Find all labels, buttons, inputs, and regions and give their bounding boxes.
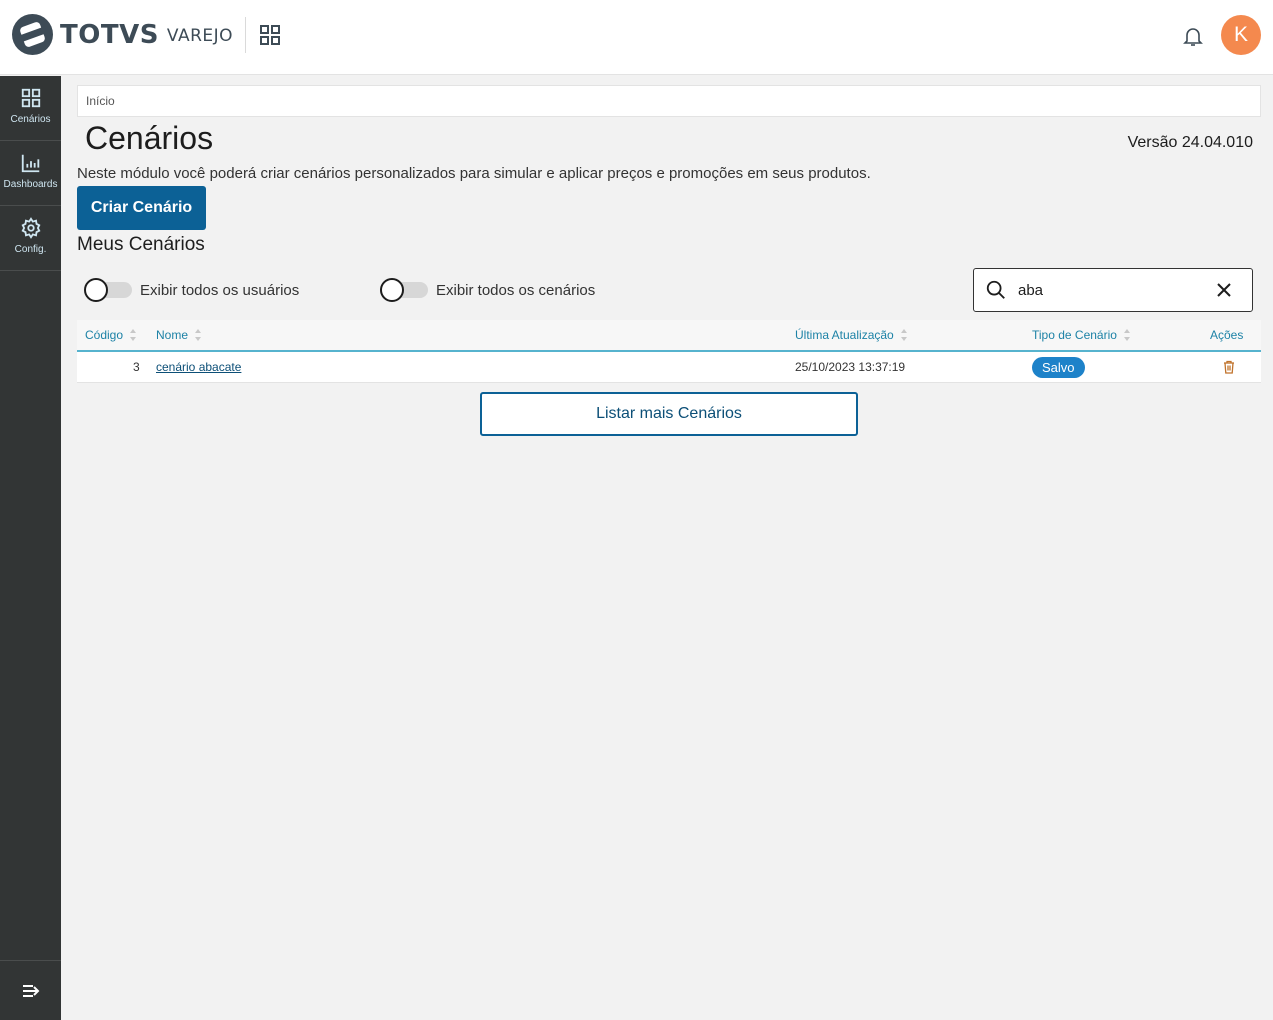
- page-title: Cenários: [85, 120, 214, 156]
- collapse-sidebar-button[interactable]: [0, 960, 61, 1020]
- toggle-all-scenarios[interactable]: Exibir todos os cenários: [380, 278, 595, 302]
- breadcrumb[interactable]: Início: [77, 85, 1261, 117]
- status-badge: Salvo: [1032, 357, 1085, 378]
- totvs-logo-icon: [12, 14, 53, 55]
- close-icon[interactable]: [1215, 281, 1233, 299]
- brand-divider: [245, 16, 247, 53]
- cell-updated: 25/10/2023 13:37:19: [795, 360, 906, 374]
- sort-icon: [900, 329, 907, 341]
- search-input[interactable]: [1018, 281, 1208, 299]
- column-header-codigo[interactable]: Código: [85, 320, 137, 350]
- user-avatar[interactable]: K: [1221, 15, 1261, 55]
- grid-icon: [21, 88, 40, 108]
- toggle-switch[interactable]: [84, 278, 132, 302]
- scenarios-table: Código Nome Última Atualização Tipo de C…: [77, 320, 1261, 383]
- column-header-nome[interactable]: Nome: [156, 320, 202, 350]
- sidebar-item-dashboards[interactable]: Dashboards: [0, 141, 61, 206]
- sidebar: Cenários Dashboards Config.: [0, 76, 61, 1020]
- section-title: Meus Cenários: [77, 234, 205, 255]
- collapse-menu-icon: [22, 984, 39, 997]
- search-icon: [986, 280, 1005, 299]
- toggle-knob: [84, 278, 108, 302]
- brand-name: TOTVS: [60, 19, 159, 50]
- column-header-ultima-atualizacao[interactable]: Última Atualização: [795, 320, 908, 350]
- gear-icon: [21, 217, 40, 239]
- scenario-name-link[interactable]: cenário abacate: [156, 360, 241, 374]
- toggle-switch[interactable]: [380, 278, 428, 302]
- notification-bell-icon[interactable]: [1181, 24, 1205, 48]
- cell-code: 3: [133, 360, 140, 374]
- toggle-label: Exibir todos os usuários: [140, 281, 300, 299]
- sort-icon: [1123, 329, 1130, 341]
- search-box[interactable]: [973, 268, 1253, 312]
- column-header-label: Ações: [1210, 328, 1244, 342]
- column-header-acoes: Ações: [1210, 320, 1243, 350]
- sidebar-item-cenarios[interactable]: Cenários: [0, 76, 61, 141]
- create-scenario-button[interactable]: Criar Cenário: [77, 186, 206, 230]
- brand-logo[interactable]: TOTVS VAREJO: [12, 14, 282, 55]
- cell-name: cenário abacate: [156, 352, 241, 383]
- version-label: Versão 24.04.010: [1127, 134, 1253, 151]
- sidebar-item-label: Config.: [14, 244, 47, 255]
- bar-chart-icon: [21, 154, 39, 173]
- column-header-label: Código: [85, 328, 124, 342]
- page-description: Neste módulo você poderá criar cenários …: [77, 165, 871, 182]
- apps-grid-icon[interactable]: [258, 23, 282, 47]
- table-row: 3 cenário abacate 25/10/2023 13:37:19 Sa…: [77, 352, 1261, 383]
- sort-icon: [130, 329, 137, 341]
- column-header-label: Nome: [156, 328, 189, 342]
- trash-icon[interactable]: [1222, 360, 1236, 374]
- sidebar-item-label: Dashboards: [3, 179, 58, 190]
- load-more-button[interactable]: Listar mais Cenários: [480, 392, 858, 436]
- top-bar: TOTVS VAREJO K: [0, 0, 1273, 75]
- column-header-label: Tipo de Cenário: [1032, 328, 1117, 342]
- table-header: Código Nome Última Atualização Tipo de C…: [77, 320, 1261, 352]
- toggle-knob: [380, 278, 404, 302]
- brand-subtitle: VAREJO: [166, 26, 234, 46]
- sidebar-item-label: Cenários: [10, 114, 51, 125]
- sidebar-item-config[interactable]: Config.: [0, 206, 61, 271]
- toggle-label: Exibir todos os cenários: [436, 281, 596, 299]
- column-header-tipo-cenario[interactable]: Tipo de Cenário: [1032, 320, 1131, 350]
- column-header-label: Última Atualização: [795, 328, 894, 342]
- toggle-all-users[interactable]: Exibir todos os usuários: [84, 278, 299, 302]
- sort-icon: [195, 329, 202, 341]
